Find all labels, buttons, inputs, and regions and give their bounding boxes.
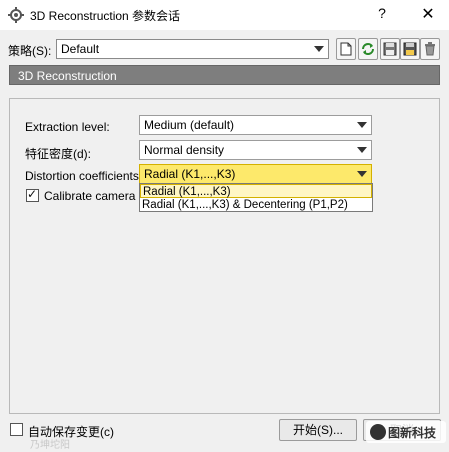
distortion-label: Distortion coefficients:	[25, 169, 143, 183]
save-as-preset-button[interactable]	[400, 38, 420, 60]
close-button[interactable]: ✕	[418, 4, 438, 24]
chevron-down-icon	[357, 171, 367, 177]
autosave-checkbox[interactable]	[10, 423, 23, 436]
new-preset-button[interactable]	[336, 38, 356, 60]
refresh-preset-button[interactable]	[358, 38, 378, 60]
feature-density-label: 特征密度(d):	[25, 147, 92, 161]
calibrate-camera-checkbox[interactable]	[26, 187, 39, 202]
watermark-logo-icon	[370, 424, 386, 440]
strategy-label: 策略(S):	[8, 44, 52, 58]
calibrate-camera-label: Calibrate camera	[44, 189, 136, 203]
strategy-value: Default	[61, 42, 100, 56]
save-as-icon	[403, 42, 417, 56]
delete-icon	[425, 42, 435, 56]
dropdown-option[interactable]: Radial (K1,...,K3) & Decentering (P1,P2)	[140, 198, 372, 212]
distortion-value: Radial (K1,...,K3)	[144, 167, 236, 181]
feature-density-value: Normal density	[144, 143, 225, 157]
title-bar: 3D Reconstruction 参数会话 ? ✕	[0, 0, 449, 30]
refresh-icon	[362, 43, 374, 55]
new-document-icon	[340, 42, 352, 56]
help-button[interactable]: ?	[372, 5, 392, 21]
save-icon	[383, 42, 397, 56]
chevron-down-icon	[357, 147, 367, 153]
dropdown-option[interactable]: Radial (K1,...,K3)	[140, 184, 372, 198]
save-preset-button[interactable]	[380, 38, 400, 60]
extraction-level-value: Medium (default)	[144, 118, 235, 132]
start-button[interactable]: 开始(S)...	[279, 419, 357, 441]
watermark-badge: 图新科技	[366, 421, 446, 443]
gear-icon	[8, 7, 24, 23]
chevron-down-icon	[314, 46, 324, 52]
window-title: 3D Reconstruction 参数会话	[30, 9, 181, 23]
watermark-text: 图新科技	[388, 426, 437, 440]
section-title: 3D Reconstruction	[18, 69, 117, 83]
feature-density-combo[interactable]: Normal density	[139, 140, 372, 160]
corner-watermark: 乃坤坨阳	[30, 440, 70, 451]
distortion-combo[interactable]: Radial (K1,...,K3)	[139, 164, 372, 184]
section-header: 3D Reconstruction	[9, 65, 440, 85]
extraction-level-label: Extraction level:	[25, 120, 110, 134]
distortion-dropdown-list: Radial (K1,...,K3) Radial (K1,...,K3) & …	[139, 183, 373, 212]
extraction-level-combo[interactable]: Medium (default)	[139, 115, 372, 135]
delete-preset-button[interactable]	[420, 38, 440, 60]
strategy-combo[interactable]: Default	[56, 39, 329, 59]
chevron-down-icon	[357, 122, 367, 128]
